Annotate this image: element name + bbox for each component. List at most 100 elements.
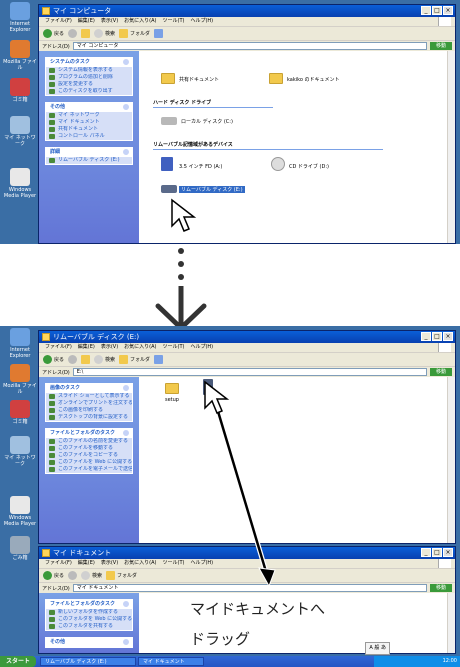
- address-input[interactable]: マイ コンピュータ: [72, 42, 427, 50]
- ime-bar[interactable]: A 般 あ: [365, 642, 390, 655]
- start-button[interactable]: スタート: [0, 656, 36, 667]
- search-button[interactable]: 検索: [94, 355, 115, 364]
- floppy-drive-icon[interactable]: [161, 157, 173, 171]
- vertical-scrollbar[interactable]: [447, 377, 455, 543]
- collapse-icon[interactable]: [123, 149, 129, 155]
- folder-icon[interactable]: [161, 73, 175, 84]
- picture-tasks-header[interactable]: 画像のタスク: [46, 384, 132, 393]
- go-button[interactable]: 移動: [430, 42, 452, 50]
- task-link[interactable]: オンラインでプリントを注文する: [46, 400, 132, 407]
- desktop-icon-mozilla[interactable]: Mozilla ファイル: [2, 364, 38, 395]
- desktop-icon-mozilla[interactable]: Mozilla ファイル: [2, 40, 38, 71]
- menu-file[interactable]: ファイル(F): [45, 559, 72, 568]
- task-link[interactable]: このディスクを取り出す: [46, 88, 132, 95]
- menu-favorites[interactable]: お気に入り(A): [124, 17, 156, 26]
- close-button[interactable]: ×: [443, 6, 453, 15]
- collapse-icon[interactable]: [123, 59, 129, 65]
- selected-drive-label[interactable]: リムーバブル ディスク (E:): [179, 186, 245, 193]
- other-places-header[interactable]: その他: [46, 638, 132, 647]
- forward-button[interactable]: [68, 571, 78, 580]
- desktop-icon-mediaplayer[interactable]: Windows Media Player: [2, 168, 38, 199]
- place-link[interactable]: マイ ドキュメント: [46, 119, 132, 126]
- task-link[interactable]: このファイルをコピーする: [46, 452, 132, 459]
- task-link[interactable]: このファイルを移動する: [46, 445, 132, 452]
- menu-favorites[interactable]: お気に入り(A): [124, 343, 156, 352]
- folder-icon[interactable]: [269, 73, 283, 84]
- task-link[interactable]: この画像を印刷する: [46, 407, 132, 414]
- collapse-icon[interactable]: [123, 639, 129, 645]
- folders-button[interactable]: フォルダ: [106, 571, 137, 580]
- menu-edit[interactable]: 編集(E): [78, 559, 95, 568]
- task-link[interactable]: このフォルダを共有する: [46, 623, 132, 630]
- details-header[interactable]: 詳細: [46, 148, 132, 157]
- desktop-icon-trash[interactable]: ゴミ箱: [2, 400, 38, 425]
- search-button[interactable]: 検索: [81, 571, 102, 580]
- menu-view[interactable]: 表示(V): [101, 559, 118, 568]
- task-link[interactable]: システム情報を表示する: [46, 67, 132, 74]
- drive-label[interactable]: CD ドライブ (D:): [289, 163, 329, 170]
- desktop-icon-network[interactable]: マイ ネットワーク: [2, 116, 38, 147]
- window-titlebar[interactable]: マイ コンピュータ _ □ ×: [39, 5, 455, 17]
- collapse-icon[interactable]: [123, 601, 129, 607]
- menu-help[interactable]: ヘルプ(H): [190, 343, 213, 352]
- place-link[interactable]: マイ ネットワーク: [46, 112, 132, 119]
- menu-favorites[interactable]: お気に入り(A): [124, 559, 156, 568]
- back-button[interactable]: 戻る: [43, 355, 64, 364]
- drive-label[interactable]: ローカル ディスク (C:): [181, 118, 233, 125]
- folders-button[interactable]: フォルダ: [119, 29, 150, 38]
- vertical-scrollbar[interactable]: [447, 51, 455, 243]
- menu-file[interactable]: ファイル(F): [45, 343, 72, 352]
- hard-drive-icon[interactable]: [161, 117, 177, 125]
- menu-help[interactable]: ヘルプ(H): [190, 17, 213, 26]
- window-titlebar[interactable]: リムーバブル ディスク (E:) _ □ ×: [39, 331, 455, 343]
- place-link[interactable]: コントロール パネル: [46, 133, 132, 140]
- task-link[interactable]: このフォルダを Web に公開する: [46, 616, 132, 623]
- task-link[interactable]: デスクトップの背景に設定する: [46, 414, 132, 421]
- task-link[interactable]: このファイルを電子メールで送信する: [46, 466, 132, 473]
- desktop-icon-trash[interactable]: ゴミ箱: [2, 78, 38, 103]
- task-link[interactable]: 設定を変更する: [46, 81, 132, 88]
- maximize-button[interactable]: □: [432, 332, 442, 341]
- removable-disk-icon[interactable]: [161, 185, 177, 193]
- close-button[interactable]: ×: [443, 332, 453, 341]
- task-link[interactable]: スライド ショーとして表示する: [46, 393, 132, 400]
- forward-button[interactable]: [68, 355, 78, 364]
- minimize-button[interactable]: _: [421, 548, 431, 557]
- menu-view[interactable]: 表示(V): [101, 343, 118, 352]
- folder-icon[interactable]: [165, 383, 179, 394]
- up-button[interactable]: [81, 355, 91, 364]
- task-link[interactable]: 新しいフォルダを作成する: [46, 609, 132, 616]
- desktop-icon-ie[interactable]: Internet Explorer: [2, 328, 38, 359]
- collapse-icon[interactable]: [123, 104, 129, 110]
- menu-file[interactable]: ファイル(F): [45, 17, 72, 26]
- system-tasks-header[interactable]: システムのタスク: [46, 58, 132, 67]
- folder-tasks-header[interactable]: ファイルとフォルダのタスク: [46, 600, 132, 609]
- views-button[interactable]: [154, 29, 164, 38]
- menu-edit[interactable]: 編集(E): [78, 17, 95, 26]
- back-button[interactable]: 戻る: [43, 29, 64, 38]
- back-button[interactable]: 戻る: [43, 571, 64, 580]
- search-button[interactable]: 検索: [94, 29, 115, 38]
- menu-tools[interactable]: ツール(T): [163, 17, 185, 26]
- file-tasks-header[interactable]: ファイルとフォルダのタスク: [46, 429, 132, 438]
- menu-view[interactable]: 表示(V): [101, 17, 118, 26]
- menu-edit[interactable]: 編集(E): [78, 343, 95, 352]
- collapse-icon[interactable]: [123, 385, 129, 391]
- address-input[interactable]: E:\: [72, 368, 427, 376]
- drive-label[interactable]: 3.5 インチ FD (A:): [179, 163, 222, 170]
- folders-button[interactable]: フォルダ: [119, 355, 150, 364]
- forward-button[interactable]: [68, 29, 78, 38]
- menu-tools[interactable]: ツール(T): [163, 343, 185, 352]
- other-places-header[interactable]: その他: [46, 103, 132, 112]
- task-link[interactable]: このファイルの名前を変更する: [46, 438, 132, 445]
- minimize-button[interactable]: _: [421, 332, 431, 341]
- maximize-button[interactable]: □: [432, 548, 442, 557]
- folder-label[interactable]: setup: [165, 397, 179, 403]
- desktop-icon-mediaplayer[interactable]: Windows Media Player: [2, 496, 38, 527]
- up-button[interactable]: [81, 29, 91, 38]
- desktop-icon-recycle[interactable]: ごみ箱: [2, 536, 38, 561]
- task-link[interactable]: プログラムの追加と削除: [46, 74, 132, 81]
- place-link[interactable]: 共有ドキュメント: [46, 126, 132, 133]
- menu-tools[interactable]: ツール(T): [163, 559, 185, 568]
- go-button[interactable]: 移動: [430, 584, 452, 592]
